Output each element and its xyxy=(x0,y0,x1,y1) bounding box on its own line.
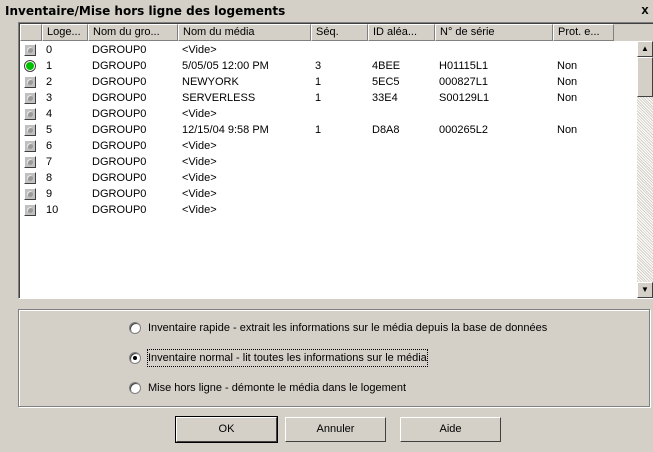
table-row[interactable]: 4 DGROUP0 <Vide> xyxy=(20,106,620,122)
header-slot[interactable]: Loge... xyxy=(42,24,88,41)
cell-media: <Vide> xyxy=(182,156,217,168)
scroll-up-arrow-icon[interactable]: ▲ xyxy=(637,41,653,57)
cell-prot: Non xyxy=(557,76,578,88)
slot-status-led-icon xyxy=(24,92,36,104)
table-row[interactable]: 3 DGROUP0 SERVERLESS 1 33E4 S00129L1 Non xyxy=(20,90,620,106)
scroll-down-arrow-icon[interactable]: ▼ xyxy=(637,282,653,298)
cell-media: <Vide> xyxy=(182,172,217,184)
table-row[interactable]: 10 DGROUP0 <Vide> xyxy=(20,202,620,218)
slot-status-led-icon xyxy=(24,140,36,152)
header-prot[interactable]: Prot. e... xyxy=(553,24,614,41)
cell-slot: 7 xyxy=(46,156,53,168)
table-row[interactable]: 8 DGROUP0 <Vide> xyxy=(20,170,620,186)
table-row[interactable]: 2 DGROUP0 NEWYORK 1 5EC5 000827L1 Non xyxy=(20,74,620,90)
table-row[interactable]: 5 DGROUP0 12/15/04 9:58 PM 1 D8A8 000265L2 Non xyxy=(20,122,620,138)
header-media[interactable]: Nom du média xyxy=(178,24,311,41)
cell-id: 5EC5 xyxy=(372,76,400,88)
cell-serial: 000265L2 xyxy=(439,124,488,136)
cell-group: DGROUP0 xyxy=(92,140,147,152)
close-button[interactable]: x xyxy=(637,1,653,19)
header-serial[interactable]: N° de série xyxy=(435,24,553,41)
table-row[interactable]: 1 DGROUP0 5/05/05 12:00 PM 3 4BEE H01115L1 Non xyxy=(20,58,620,74)
cell-id: D8A8 xyxy=(372,124,400,136)
cancel-button[interactable]: Annuler xyxy=(285,417,386,442)
grid-header: Loge... Nom du gro... Nom du média Séq. … xyxy=(20,24,653,41)
scroll-thumb[interactable] xyxy=(637,57,653,97)
cell-group: DGROUP0 xyxy=(92,60,147,72)
cell-media: NEWYORK xyxy=(182,76,239,88)
cell-group: DGROUP0 xyxy=(92,76,147,88)
cell-group: DGROUP0 xyxy=(92,108,147,120)
option-normal-inventory-label: Inventaire normal - lit toutes les infor… xyxy=(147,349,428,367)
cell-media: <Vide> xyxy=(182,140,217,152)
cell-seq: 3 xyxy=(315,60,322,72)
radio-normal-inventory[interactable] xyxy=(129,352,141,364)
table-row[interactable]: 6 DGROUP0 <Vide> xyxy=(20,138,620,154)
cell-slot: 10 xyxy=(46,204,59,216)
cell-slot: 0 xyxy=(46,44,53,56)
cell-group: DGROUP0 xyxy=(92,204,147,216)
option-quick-inventory-label: Inventaire rapide - extrait les informat… xyxy=(148,322,548,334)
cell-group: DGROUP0 xyxy=(92,172,147,184)
slot-status-led-icon xyxy=(24,156,36,168)
cell-seq: 1 xyxy=(315,76,322,88)
cell-prot: Non xyxy=(557,124,578,136)
header-group[interactable]: Nom du gro... xyxy=(88,24,178,41)
radio-quick-inventory[interactable] xyxy=(129,322,141,334)
table-row[interactable]: 7 DGROUP0 <Vide> xyxy=(20,154,620,170)
cell-media: <Vide> xyxy=(182,188,217,200)
cell-media: SERVERLESS xyxy=(182,92,256,104)
slot-status-led-icon xyxy=(24,44,36,56)
cell-slot: 1 xyxy=(46,60,53,72)
table-row[interactable]: 9 DGROUP0 <Vide> xyxy=(20,186,620,202)
table-row[interactable]: 0 DGROUP0 <Vide> xyxy=(20,42,620,58)
slot-status-led-icon xyxy=(24,188,36,200)
ok-button[interactable]: OK xyxy=(175,416,278,443)
cell-slot: 3 xyxy=(46,92,53,104)
radio-take-offline[interactable] xyxy=(129,382,141,394)
cell-media: 12/15/04 9:58 PM xyxy=(182,124,269,136)
slot-status-led-icon xyxy=(24,172,36,184)
vertical-scrollbar[interactable]: ▲ ▼ xyxy=(637,41,653,298)
cell-group: DGROUP0 xyxy=(92,92,147,104)
cell-slot: 2 xyxy=(46,76,53,88)
cell-slot: 4 xyxy=(46,108,53,120)
slot-grid[interactable]: Loge... Nom du gro... Nom du média Séq. … xyxy=(18,22,653,299)
cell-id: 4BEE xyxy=(372,60,401,72)
cell-prot: Non xyxy=(557,60,578,72)
cell-group: DGROUP0 xyxy=(92,188,147,200)
slot-status-led-icon xyxy=(24,108,36,120)
slot-status-led-icon xyxy=(24,124,36,136)
cell-serial: 000827L1 xyxy=(439,76,488,88)
slot-status-led-icon xyxy=(24,76,36,88)
option-take-offline-label: Mise hors ligne - démonte le média dans … xyxy=(148,382,407,394)
cell-media: <Vide> xyxy=(182,108,217,120)
cell-seq: 1 xyxy=(315,92,322,104)
cell-serial: H01115L1 xyxy=(439,60,489,72)
cell-id: 33E4 xyxy=(372,92,398,104)
cell-group: DGROUP0 xyxy=(92,124,147,136)
help-button[interactable]: Aide xyxy=(400,417,501,442)
cell-media: <Vide> xyxy=(182,204,217,216)
header-status[interactable] xyxy=(20,24,42,41)
cell-media: 5/05/05 12:00 PM xyxy=(182,60,269,72)
title-bar: Inventaire/Mise hors ligne des logements… xyxy=(0,0,653,22)
cell-seq: 1 xyxy=(315,124,322,136)
cell-group: DGROUP0 xyxy=(92,44,147,56)
cell-prot: Non xyxy=(557,92,578,104)
cell-slot: 9 xyxy=(46,188,53,200)
header-seq[interactable]: Séq. xyxy=(311,24,368,41)
slot-status-led-icon xyxy=(24,204,36,216)
window-title: Inventaire/Mise hors ligne des logements xyxy=(5,4,286,18)
cell-serial: S00129L1 xyxy=(439,92,490,104)
cell-slot: 8 xyxy=(46,172,53,184)
cell-slot: 6 xyxy=(46,140,53,152)
cell-media: <Vide> xyxy=(182,44,217,56)
slot-online-led-icon xyxy=(24,60,36,72)
cell-slot: 5 xyxy=(46,124,53,136)
cell-group: DGROUP0 xyxy=(92,156,147,168)
inventory-options-group: Inventaire rapide - extrait les informat… xyxy=(18,309,650,407)
header-id[interactable]: ID aléa... xyxy=(368,24,435,41)
